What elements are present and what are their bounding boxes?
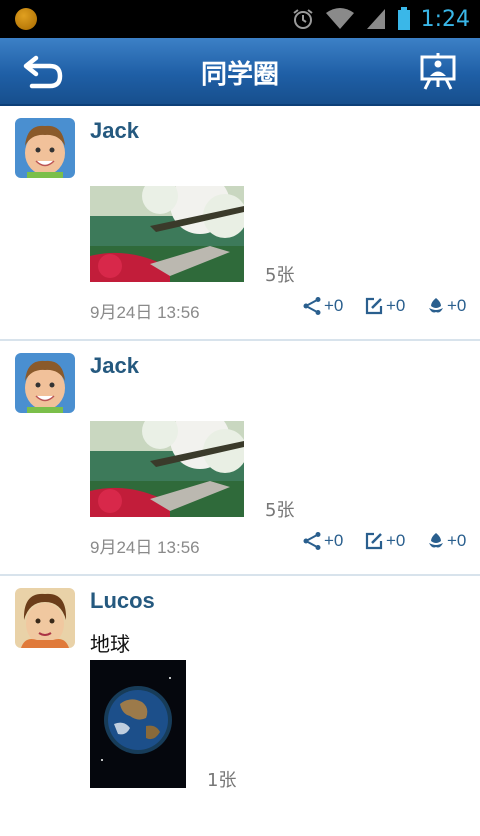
status-icons: 1:24 [291,0,480,38]
comment-count: +0 [386,531,406,550]
post-username[interactable]: Jack [90,118,139,144]
share-count: +0 [324,296,344,315]
like-count: +0 [447,296,467,315]
post-photo[interactable] [90,186,244,282]
status-bar: 1:24 [0,0,480,38]
moments-feed: Jack 5张 9月24日 13:56 +0 +0 +0 Jack 5张 9月2… [0,106,480,836]
post-username[interactable]: Lucos [90,588,155,614]
like-button[interactable]: +0 [427,296,466,316]
post-text: 地球 [90,632,130,656]
post-item[interactable]: Jack 5张 9月24日 13:56 +0 +0 +0 [0,106,480,341]
avatar[interactable] [15,118,75,178]
photo-count: 5张 [265,500,295,521]
page-title: 同学圈 [200,60,279,90]
edit-icon [365,532,383,550]
post-photo[interactable] [90,660,186,788]
comment-button[interactable]: +0 [364,531,405,551]
photo-count: 1张 [207,770,237,791]
share-icon [303,532,321,550]
post-item[interactable]: Jack 5张 9月24日 13:56 +0 +0 +0 [0,341,480,576]
avatar[interactable] [15,588,75,648]
post-item[interactable]: Lucos 地球 1张 [0,576,480,836]
post-photo[interactable] [90,421,244,517]
like-button[interactable]: +0 [427,531,466,551]
share-icon [303,297,321,315]
flower-icon [429,533,443,548]
alarm-icon [291,7,315,31]
notification-icon [15,8,37,30]
share-count: +0 [324,531,344,550]
post-timestamp: 9月24日 13:56 [90,303,200,322]
avatar[interactable] [15,353,75,413]
battery-icon [397,7,411,31]
signal-icon [365,7,387,31]
flower-icon [429,298,443,313]
comment-button[interactable]: +0 [364,296,405,316]
comment-count: +0 [386,296,406,315]
wifi-icon [325,7,355,31]
easel-photo-icon [420,53,456,90]
like-count: +0 [447,531,467,550]
new-post-button[interactable] [414,48,462,94]
share-button[interactable]: +0 [302,296,343,316]
edit-icon [365,297,383,315]
share-button[interactable]: +0 [302,531,343,551]
post-username[interactable]: Jack [90,353,139,379]
photo-count: 5张 [265,265,295,286]
post-timestamp: 9月24日 13:56 [90,538,200,557]
app-bar: 同学圈 [0,38,480,106]
status-time: 1:24 [420,6,470,32]
